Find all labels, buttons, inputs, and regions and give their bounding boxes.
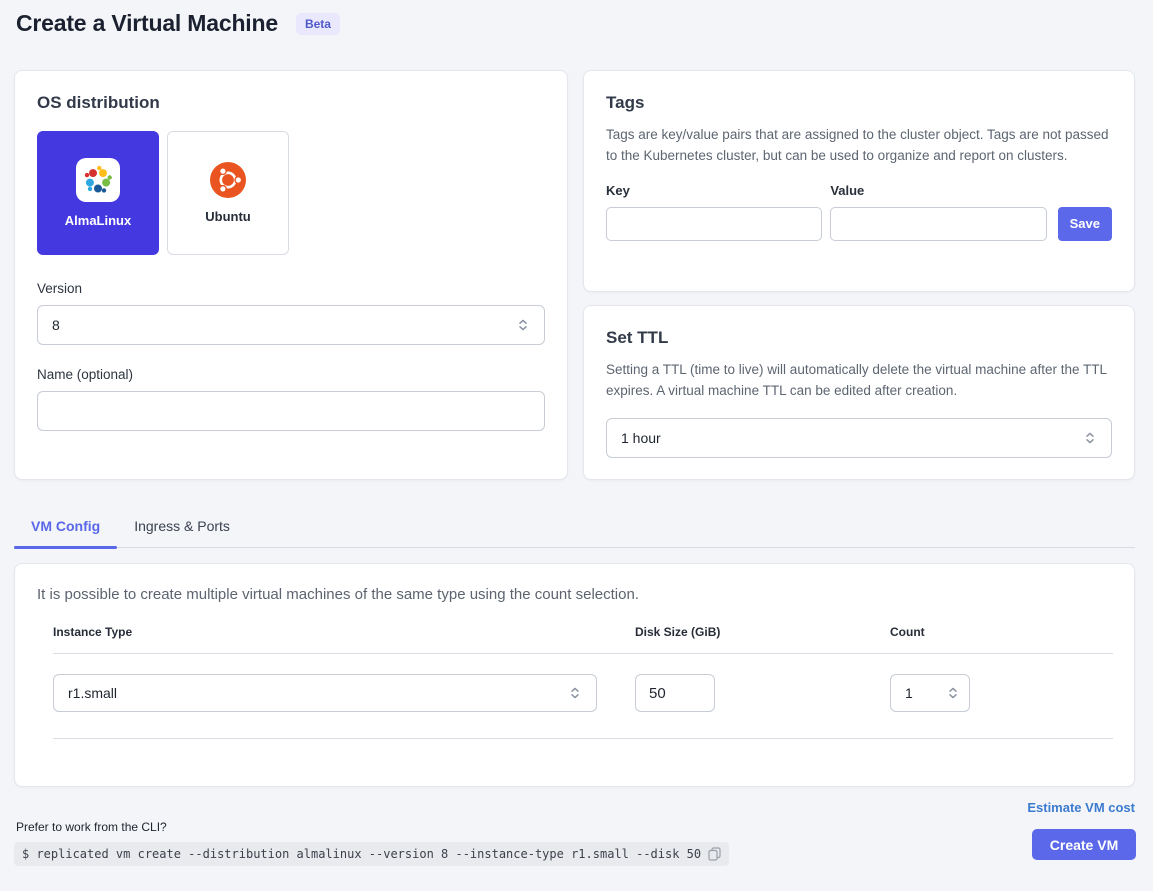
chevron-updown-icon bbox=[568, 686, 582, 700]
save-tag-button[interactable]: Save bbox=[1058, 207, 1112, 241]
instance-table: Instance Type Disk Size (GiB) Count r1.s… bbox=[53, 625, 1113, 739]
tags-card-description: Tags are key/value pairs that are assign… bbox=[606, 125, 1112, 167]
copy-icon[interactable] bbox=[708, 847, 721, 861]
tag-row: Key Value Save bbox=[606, 183, 1112, 241]
name-input[interactable] bbox=[37, 391, 545, 431]
tab-ingress-ports[interactable]: Ingress & Ports bbox=[117, 504, 247, 547]
name-label: Name (optional) bbox=[37, 367, 545, 382]
tags-card-title: Tags bbox=[606, 93, 1112, 113]
tag-value-field: Value bbox=[830, 183, 1046, 241]
cli-prompt-text: Prefer to work from the CLI? bbox=[16, 820, 167, 834]
almalinux-logo-box bbox=[76, 158, 120, 202]
instance-type-select[interactable]: r1.small bbox=[53, 674, 597, 712]
ttl-card-title: Set TTL bbox=[606, 328, 1112, 348]
tab-bar: VM Config Ingress & Ports bbox=[14, 504, 1135, 548]
tag-value-label: Value bbox=[830, 183, 1046, 198]
cli-command-bar: $ replicated vm create --distribution al… bbox=[14, 842, 729, 866]
count-stepper[interactable]: 1 bbox=[890, 674, 970, 712]
tab-vm-config[interactable]: VM Config bbox=[14, 504, 117, 547]
page-title: Create a Virtual Machine bbox=[16, 10, 278, 37]
column-disk-size: Disk Size (GiB) bbox=[635, 625, 890, 639]
chevron-updown-icon bbox=[946, 686, 960, 700]
tag-key-field: Key bbox=[606, 183, 822, 241]
tag-key-label: Key bbox=[606, 183, 822, 198]
almalinux-icon bbox=[83, 165, 113, 195]
set-ttl-card: Set TTL Setting a TTL (time to live) wil… bbox=[583, 305, 1135, 480]
os-tile-label-almalinux: AlmaLinux bbox=[65, 213, 131, 228]
count-value: 1 bbox=[905, 685, 913, 701]
beta-badge: Beta bbox=[296, 13, 340, 35]
os-tile-ubuntu[interactable]: Ubuntu bbox=[167, 131, 289, 255]
os-tile-label-ubuntu: Ubuntu bbox=[205, 209, 250, 224]
page-header: Create a Virtual Machine Beta bbox=[16, 10, 340, 37]
tag-value-input[interactable] bbox=[830, 207, 1046, 241]
chevron-updown-icon bbox=[516, 318, 530, 332]
os-card-title: OS distribution bbox=[37, 93, 545, 113]
version-label: Version bbox=[37, 281, 545, 296]
tag-key-input[interactable] bbox=[606, 207, 822, 241]
vm-config-card: It is possible to create multiple virtua… bbox=[14, 563, 1135, 787]
cli-command-text: $ replicated vm create --distribution al… bbox=[22, 847, 701, 861]
table-row: r1.small 1 bbox=[53, 654, 1113, 739]
vm-config-description: It is possible to create multiple virtua… bbox=[37, 586, 1112, 603]
ttl-select-value: 1 hour bbox=[621, 430, 661, 446]
estimate-vm-cost-link[interactable]: Estimate VM cost bbox=[1027, 800, 1135, 815]
ttl-select[interactable]: 1 hour bbox=[606, 418, 1112, 458]
tags-card: Tags Tags are key/value pairs that are a… bbox=[583, 70, 1135, 292]
column-instance-type: Instance Type bbox=[53, 625, 635, 639]
version-select-value: 8 bbox=[52, 317, 60, 333]
os-distribution-card: OS distribution bbox=[14, 70, 568, 480]
ubuntu-logo-box bbox=[210, 162, 246, 198]
create-vm-button[interactable]: Create VM bbox=[1032, 829, 1136, 860]
column-count: Count bbox=[890, 625, 1113, 639]
ttl-card-description: Setting a TTL (time to live) will automa… bbox=[606, 360, 1112, 402]
disk-size-input[interactable] bbox=[635, 674, 715, 712]
instance-table-header: Instance Type Disk Size (GiB) Count bbox=[53, 625, 1113, 654]
chevron-updown-icon bbox=[1083, 431, 1097, 445]
instance-type-value: r1.small bbox=[68, 685, 117, 701]
os-tile-almalinux[interactable]: AlmaLinux bbox=[37, 131, 159, 255]
ubuntu-icon bbox=[210, 162, 246, 198]
page: Create a Virtual Machine Beta OS distrib… bbox=[0, 0, 1153, 891]
version-select[interactable]: 8 bbox=[37, 305, 545, 345]
os-tiles: AlmaLinux Ubuntu bbox=[37, 131, 545, 255]
